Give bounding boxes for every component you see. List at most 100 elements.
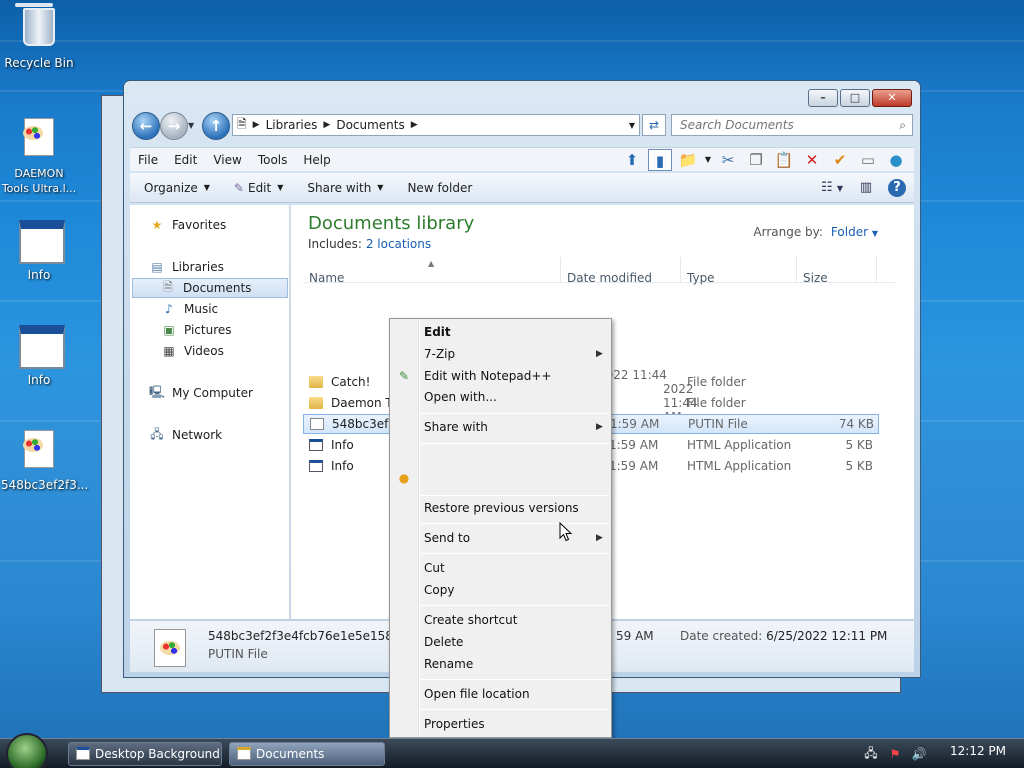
nav-documents[interactable]: 🗎 Documents [132,278,288,298]
locations-link[interactable]: 2 locations [366,237,431,251]
ctx-copy[interactable]: Copy [424,581,454,599]
search-icon[interactable]: ⌕ [899,118,906,133]
search-input[interactable] [680,118,880,132]
breadcrumb-arrow-icon[interactable]: ▶ [323,120,330,130]
folder-icon [237,747,251,760]
menu-tools[interactable]: Tools [250,153,296,167]
ctx-open-file-location[interactable]: Open file location [424,685,530,703]
document-icon: 🗎 [163,279,173,294]
network-icon: 🖧 [150,426,164,441]
ctx-rename[interactable]: Rename [424,655,473,673]
organize-button[interactable]: Organize ▼ [130,181,222,195]
desktop-icon-label: Info [27,373,51,387]
paste-icon[interactable]: 📋 [772,149,796,171]
ctx-7zip[interactable]: 7-Zip ▶ [424,345,603,363]
folder-check-icon[interactable]: 📁 [676,149,700,171]
network-tray-icon[interactable]: 🖧 [862,744,880,765]
copy-icon[interactable]: ❐ [744,149,768,171]
nav-libraries[interactable]: ▤ Libraries [148,257,224,277]
edit-icon: ✎ [233,180,244,195]
desktop-icon-label: Recycle Bin [4,56,74,70]
clock[interactable]: 12:12 PM [950,739,1006,763]
col-name[interactable]: Name [303,257,561,285]
breadcrumb-libraries[interactable]: Libraries [266,118,318,132]
flag-tray-icon[interactable]: ⚑ [886,747,904,761]
breadcrumb-arrow-icon[interactable]: ▶ [411,120,418,130]
pictures-icon: ▣ [163,323,175,337]
nav-music[interactable]: ♪ Music [160,299,218,319]
col-size[interactable]: Size [797,257,877,285]
window-icon [19,325,65,369]
help-icon[interactable]: ? [888,179,906,197]
mouse-cursor-icon [559,522,573,542]
ctx-open-with[interactable]: Open with... [424,388,497,406]
nav-favorites[interactable]: ★ Favorites [148,215,227,235]
ctx-create-shortcut[interactable]: Create shortcut [424,611,517,629]
address-bar[interactable]: 🗎 ▶ Libraries ▶ Documents ▶ ▼ [232,114,640,136]
up-button[interactable]: ↑ [202,112,230,140]
panes-icon[interactable]: ▮ [648,149,672,171]
minimize-button[interactable]: – [808,89,838,107]
ctx-cut[interactable]: Cut [424,559,445,577]
desktop-icon-info-1[interactable]: Info [1,220,77,282]
ctx-share-with[interactable]: Share with ▶ [424,418,603,436]
submenu-arrow-icon: ▶ [596,349,603,359]
videos-icon: ▦ [163,344,175,358]
start-button[interactable] [6,733,48,768]
col-date-modified[interactable]: Date modified [561,257,681,285]
menu-help[interactable]: Help [295,153,338,167]
view-options-icon[interactable]: ☷ ▼ [820,177,844,199]
menu-edit[interactable]: Edit [166,153,205,167]
forward-button[interactable]: → [160,112,188,140]
folder-icon: 🗎 [237,116,247,131]
maximize-button[interactable]: □ [840,89,870,107]
taskbar-desktop-background[interactable]: Desktop Background [68,742,222,766]
col-type[interactable]: Type [681,257,797,285]
edit-button[interactable]: ✎ Edit ▼ [222,181,295,195]
folder-icon [309,397,323,409]
globe-icon[interactable]: ● [884,149,908,171]
arrange-by-dropdown[interactable]: Folder ▼ [831,225,878,239]
history-dropdown-icon[interactable]: ▼ [188,121,198,131]
delete-icon[interactable]: ✕ [800,149,824,171]
ctx-edit[interactable]: Edit [424,323,451,341]
desktop-icon-daemon-tools[interactable]: DAEMON Tools Ultra.l... [1,118,77,196]
taskbar: Desktop Background Documents 🖧 ⚑ 🔊 12:12… [0,733,1024,768]
dropdown-icon[interactable]: ▼ [704,149,712,171]
menu-file[interactable]: File [130,153,166,167]
desktop-icon-recycle-bin[interactable]: Recycle Bin [1,8,77,70]
nav-network[interactable]: 🖧 Network [148,425,222,445]
submenu-arrow-icon: ▶ [596,533,603,543]
share-with-button[interactable]: Share with ▼ [295,181,395,195]
volume-tray-icon[interactable]: 🔊 [910,747,928,761]
properties-icon[interactable]: ▭ [856,149,880,171]
nav-my-computer[interactable]: 🖳 My Computer [148,383,253,403]
preview-pane-icon[interactable]: ▥ [854,177,878,199]
breadcrumb-documents[interactable]: Documents [336,118,404,132]
computer-icon: 🖳 [148,384,165,399]
desktop-icon-548bc3ef2f3[interactable]: 548bc3ef2f3... [1,430,88,492]
nav-videos[interactable]: ▦ Videos [160,341,224,361]
cut-icon[interactable]: ✂ [716,149,740,171]
ctx-restore-previous[interactable]: Restore previous versions [424,499,579,517]
search-box[interactable]: ⌕ [671,114,913,136]
ctx-delete[interactable]: Delete [424,633,463,651]
ctx-send-to[interactable]: Send to ▶ [424,529,603,547]
ctx-edit-notepad[interactable]: Edit with Notepad++ [424,367,551,385]
checkmark-icon[interactable]: ✔ [828,149,852,171]
window-icon [76,747,90,760]
breadcrumb-arrow-icon[interactable]: ▶ [253,120,260,130]
address-dropdown-icon[interactable]: ▼ [629,121,635,130]
desktop-icon-info-2[interactable]: Info [1,325,77,387]
refresh-button[interactable]: ⇄ [642,114,666,136]
folder-icon [309,376,323,388]
up-arrow-icon[interactable]: ⬆ [620,149,644,171]
details-created: Date created: 6/25/2022 12:11 PM [680,629,888,643]
back-button[interactable]: ← [132,112,160,140]
new-folder-button[interactable]: New folder [395,181,484,195]
menu-view[interactable]: View [205,153,249,167]
taskbar-documents[interactable]: Documents [229,742,385,766]
ctx-properties[interactable]: Properties [424,715,485,733]
nav-pictures[interactable]: ▣ Pictures [160,320,231,340]
close-button[interactable]: ✕ [872,89,912,107]
